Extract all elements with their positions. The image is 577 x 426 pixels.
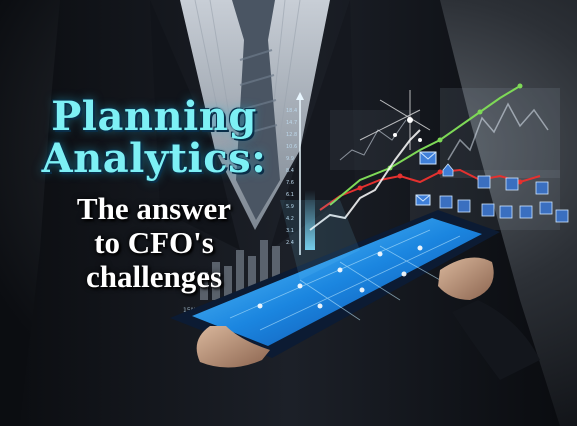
- title-line-1: Planning: [51, 93, 257, 140]
- axis-label: 7.6: [286, 180, 294, 186]
- subtitle-line-2: to CFO's: [94, 225, 214, 260]
- axis-label: 9.9: [286, 156, 294, 162]
- hero-banner: 18.4 14.7 12.8 10.6 9.9 8.4 7.6 6.1 5.9 …: [0, 0, 577, 426]
- subtitle-line-3: challenges: [85, 259, 223, 294]
- title-line-2: Analytics:: [41, 135, 267, 182]
- headline-block: Planning Analytics: The answer to CFO's …: [34, 96, 274, 294]
- axis-label: 12.8: [286, 132, 297, 138]
- axis-label: 6.1: [286, 192, 294, 198]
- axis-label: 8.4: [286, 168, 294, 174]
- subtitle-line-1: The answer: [76, 191, 232, 226]
- axis-label: 18.4: [286, 108, 297, 114]
- axis-label: 14.7: [286, 120, 297, 126]
- axis-label: 10.6: [286, 144, 297, 150]
